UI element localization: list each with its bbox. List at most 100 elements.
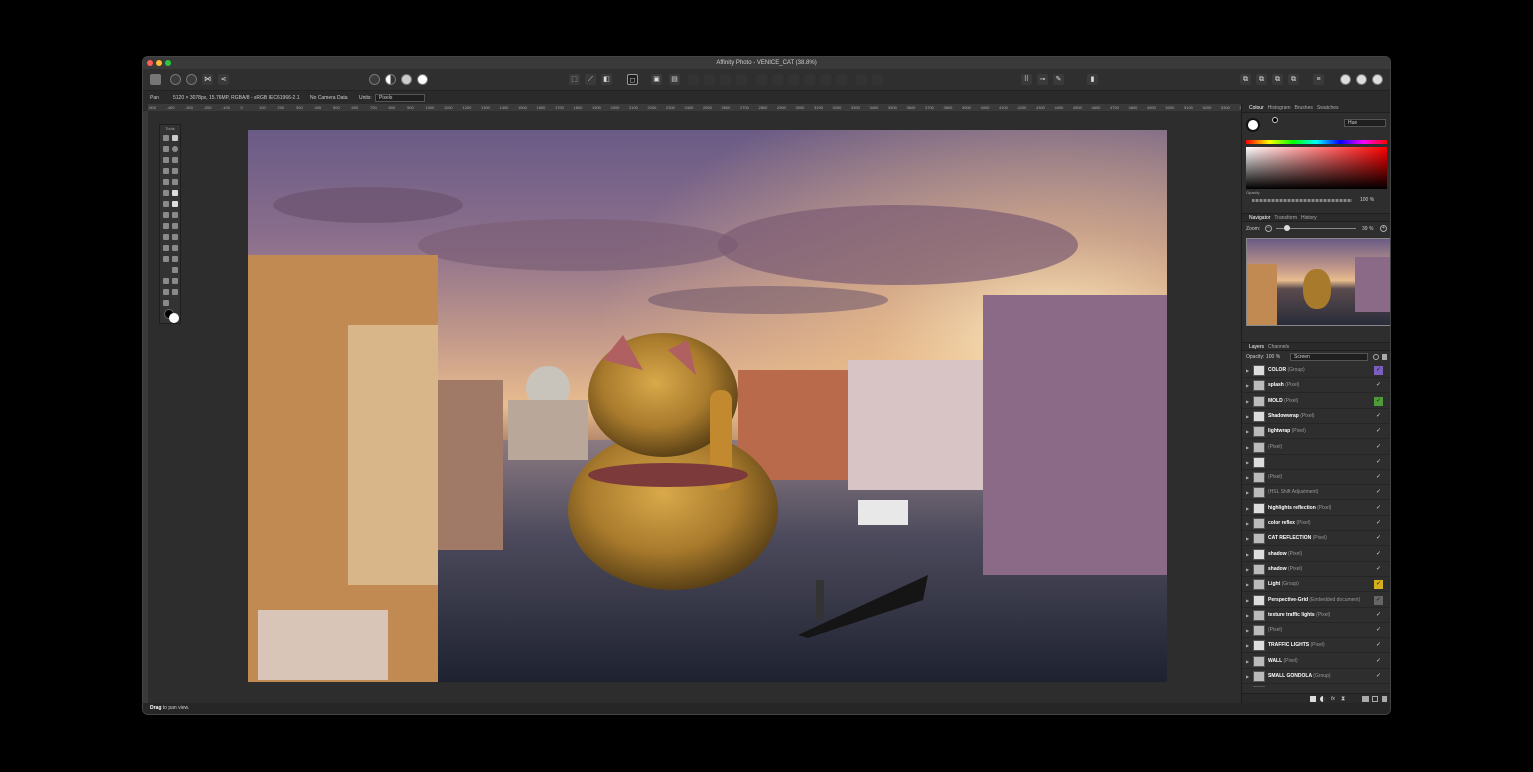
auto-white-balance-icon[interactable] xyxy=(417,74,428,85)
expand-layer-icon[interactable]: ▶ xyxy=(1246,363,1249,378)
layer-mask-icon[interactable] xyxy=(1310,696,1316,702)
view-tool-icon[interactable] xyxy=(172,135,178,141)
gradient-tool-icon[interactable] xyxy=(172,190,178,196)
expand-layer-icon[interactable]: ▶ xyxy=(1246,623,1249,638)
expand-layer-icon[interactable]: ▶ xyxy=(1246,531,1249,546)
view-mode-icon-2[interactable]: ⧉ xyxy=(1256,74,1267,85)
expand-layer-icon[interactable]: ▶ xyxy=(1246,424,1249,439)
align-icon-2[interactable] xyxy=(704,74,715,85)
document-info[interactable]: 5120 × 3078px, 15.76MP, RGBA/8 - sRGB IE… xyxy=(173,92,300,104)
eyedropper-icon[interactable] xyxy=(172,179,178,185)
node-tool-icon[interactable] xyxy=(163,256,169,262)
flood-select-icon[interactable] xyxy=(172,157,178,163)
layer-row[interactable]: ▶ (Pixel) ✓ xyxy=(1242,623,1390,639)
saturation-value-box[interactable] xyxy=(1246,147,1387,189)
align-icon-9[interactable] xyxy=(820,74,831,85)
align-icon-6[interactable] xyxy=(772,74,783,85)
brush-selection-icon[interactable] xyxy=(163,157,169,163)
red-eye-tool-icon[interactable] xyxy=(163,289,169,295)
expand-layer-icon[interactable]: ▶ xyxy=(1246,654,1249,669)
snapping-dropdown-icon[interactable]: ⊸ xyxy=(1037,74,1048,85)
marquee-tool-icon[interactable] xyxy=(163,146,169,152)
secondary-colour-swatch[interactable] xyxy=(169,313,179,323)
align-icon-10[interactable] xyxy=(836,74,847,85)
tone-mapping-persona-icon[interactable]: ⋈ xyxy=(202,74,213,85)
expand-layer-icon[interactable]: ▶ xyxy=(1246,669,1249,684)
layer-row[interactable]: ▶ SMALL GONDOLA (Group) ✓ xyxy=(1242,669,1390,684)
close-window-button[interactable] xyxy=(147,60,153,66)
layer-visibility-checkbox[interactable]: ✓ xyxy=(1374,657,1383,666)
layer-row[interactable]: ▶ WALL (Pixel) ✓ xyxy=(1242,654,1390,669)
layer-visibility-checkbox[interactable]: ✓ xyxy=(1374,519,1383,528)
colour-tab-brushes[interactable]: Brushes xyxy=(1295,105,1313,111)
blend-mode-select[interactable]: Screen xyxy=(1290,353,1368,361)
expand-layer-icon[interactable]: ▶ xyxy=(1246,470,1249,485)
navigator-tab-transform[interactable]: Transform xyxy=(1274,215,1297,221)
align-icon-5[interactable] xyxy=(756,74,767,85)
layer-row[interactable]: ▶ shadow (Pixel) ✓ xyxy=(1242,547,1390,562)
layer-visibility-checkbox[interactable]: ✓ xyxy=(1374,473,1383,482)
paint-brush-icon[interactable] xyxy=(163,201,169,207)
layer-row[interactable]: ▶ shadow (Pixel) ✓ xyxy=(1242,562,1390,577)
navigator-tab-navigator[interactable]: Navigator xyxy=(1249,215,1270,221)
align-icon-7[interactable] xyxy=(788,74,799,85)
hue-slider[interactable] xyxy=(1246,140,1387,144)
layer-settings-icon[interactable] xyxy=(1373,354,1379,360)
align-icon-12[interactable] xyxy=(872,74,883,85)
delete-layer-icon[interactable] xyxy=(1382,696,1387,702)
layer-row[interactable]: ▶ MOLD (Pixel) ✓ xyxy=(1242,394,1390,409)
layer-row[interactable]: ▶ TRAFFIC LIGHTS (Pixel) ✓ xyxy=(1242,638,1390,654)
new-group-icon[interactable] xyxy=(1362,696,1369,702)
layer-row[interactable]: ▶ splash (Pixel) ✓ xyxy=(1242,378,1390,394)
expand-layer-icon[interactable]: ▶ xyxy=(1246,577,1249,592)
develop-persona-icon[interactable] xyxy=(186,74,197,85)
layers-list[interactable]: ▶ COLOR (Group) ✓ ▶ splash (Pixel) ✓ ▶ MOLD (Pi… xyxy=(1242,363,1390,687)
blur-tool-icon[interactable] xyxy=(172,234,178,240)
stroke-colour-swatch[interactable] xyxy=(1272,117,1278,123)
expand-layer-icon[interactable]: ▶ xyxy=(1246,608,1249,623)
clone-tool-icon[interactable] xyxy=(163,234,169,240)
patch-tool-icon[interactable] xyxy=(172,289,178,295)
layers-tab-layers[interactable]: Layers xyxy=(1249,344,1264,350)
layer-visibility-checkbox[interactable]: ✓ xyxy=(1374,626,1383,635)
live-filter-icon[interactable]: ⧗ xyxy=(1341,695,1345,703)
view-mode-icon-1[interactable]: ⧉ xyxy=(1240,74,1251,85)
lasso-tool-icon[interactable] xyxy=(163,179,169,185)
layer-row[interactable]: ▶ (Pixel) ✓ xyxy=(1242,470,1390,486)
layer-visibility-checkbox[interactable]: ✓ xyxy=(1374,488,1383,497)
mesh-warp-icon[interactable] xyxy=(163,278,169,284)
crop-tool-icon[interactable] xyxy=(163,168,169,174)
expand-layer-icon[interactable]: ▶ xyxy=(1246,394,1249,409)
colour-opacity-value[interactable]: 100 % xyxy=(1360,197,1374,203)
zoom-slider-thumb[interactable] xyxy=(1284,225,1290,231)
expand-layer-icon[interactable]: ▶ xyxy=(1246,501,1249,516)
zoom-value[interactable]: 39 % xyxy=(1362,226,1373,232)
navigator-preview[interactable] xyxy=(1246,238,1390,326)
layer-visibility-checkbox[interactable]: ✓ xyxy=(1374,366,1383,375)
shape-tool-icon[interactable] xyxy=(172,256,178,262)
colour-tab-histogram[interactable]: Histogram xyxy=(1268,105,1291,111)
assistant-icon[interactable]: ✎ xyxy=(1053,74,1064,85)
studio-icon-3[interactable] xyxy=(1372,74,1383,85)
align-icon-8[interactable] xyxy=(804,74,815,85)
layer-row[interactable]: ▶GONDOLA (Pixel)✓ xyxy=(1242,684,1390,687)
text-tool-icon[interactable] xyxy=(163,245,169,251)
smudge-tool-icon[interactable] xyxy=(172,212,178,218)
photo-persona-icon[interactable] xyxy=(150,74,161,85)
align-icon-4[interactable] xyxy=(736,74,747,85)
horizontal-ruler[interactable]: -500 -400 -300 -200 -100 0 100 200 300 400 500 600 7… xyxy=(148,104,1241,111)
layer-visibility-checkbox[interactable]: ✓ xyxy=(1374,396,1383,406)
auto-levels-icon[interactable] xyxy=(369,74,380,85)
expand-layer-icon[interactable]: ▶ xyxy=(1246,440,1249,455)
layer-visibility-checkbox[interactable]: ✓ xyxy=(1374,641,1383,650)
layer-opacity-value[interactable]: 100 % xyxy=(1266,351,1280,363)
zoom-tool-icon[interactable] xyxy=(172,267,178,273)
view-mode-icon-4[interactable]: ⧉ xyxy=(1288,74,1299,85)
layer-visibility-checkbox[interactable]: ✓ xyxy=(1374,534,1383,543)
expand-layer-icon[interactable]: ▶ xyxy=(1246,409,1249,424)
adjustment-icon[interactable] xyxy=(1320,696,1326,702)
navigator-tab-history[interactable]: History xyxy=(1301,215,1317,221)
frequency-tool-icon[interactable] xyxy=(163,300,169,306)
layer-row[interactable]: ▶ CAT REFLECTION (Pixel) ✓ xyxy=(1242,531,1390,547)
align-icon-3[interactable] xyxy=(720,74,731,85)
